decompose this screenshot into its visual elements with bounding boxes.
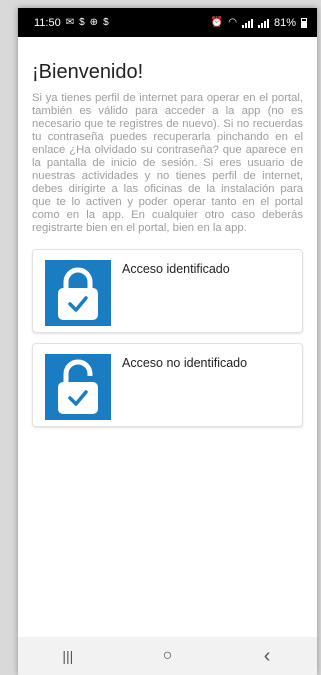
access-identified-card[interactable]: Acceso identificado <box>32 249 303 333</box>
access-unidentified-label: Acceso no identificado <box>122 356 248 370</box>
status-time: 11:50 <box>34 16 61 29</box>
locked-padlock-icon <box>45 260 111 326</box>
system-nav-bar: ||| ○ ‹ <box>18 637 317 675</box>
back-button[interactable]: ‹ <box>247 645 287 668</box>
signal-icon <box>241 18 253 28</box>
status-right: ⏰ ◠ 81% <box>211 17 307 29</box>
intro-text: Si ya tienes perfil de internet para ope… <box>32 92 303 234</box>
battery-icon <box>301 17 307 28</box>
alarm-icon: ⏰ <box>210 17 224 28</box>
alert-icon: $ <box>79 17 85 28</box>
alert-icon: $ <box>103 17 109 28</box>
unlocked-padlock-icon <box>45 354 111 420</box>
home-button[interactable]: ○ <box>147 647 187 665</box>
status-left: 11:50 ✉ $ ⊕ $ <box>34 17 109 29</box>
access-identified-label: Acceso identificado <box>122 262 230 276</box>
main-content: ¡Bienvenido! Si ya tienes perfil de inte… <box>18 61 317 427</box>
sync-icon: ⊕ <box>89 17 99 28</box>
signal-icon <box>257 18 269 28</box>
phone-screen: 11:50 ✉ $ ⊕ $ ⏰ ◠ 81% ¡Bienvenido! Si ya… <box>18 8 317 675</box>
battery-percent: 81% <box>273 16 296 29</box>
message-icon: ✉ <box>65 17 75 28</box>
access-unidentified-card[interactable]: Acceso no identificado <box>32 343 303 427</box>
recents-button[interactable]: ||| <box>48 648 88 664</box>
wifi-icon: ◠ <box>228 17 237 28</box>
status-bar: 11:50 ✉ $ ⊕ $ ⏰ ◠ 81% <box>18 8 317 37</box>
page-title: ¡Bienvenido! <box>32 61 144 83</box>
